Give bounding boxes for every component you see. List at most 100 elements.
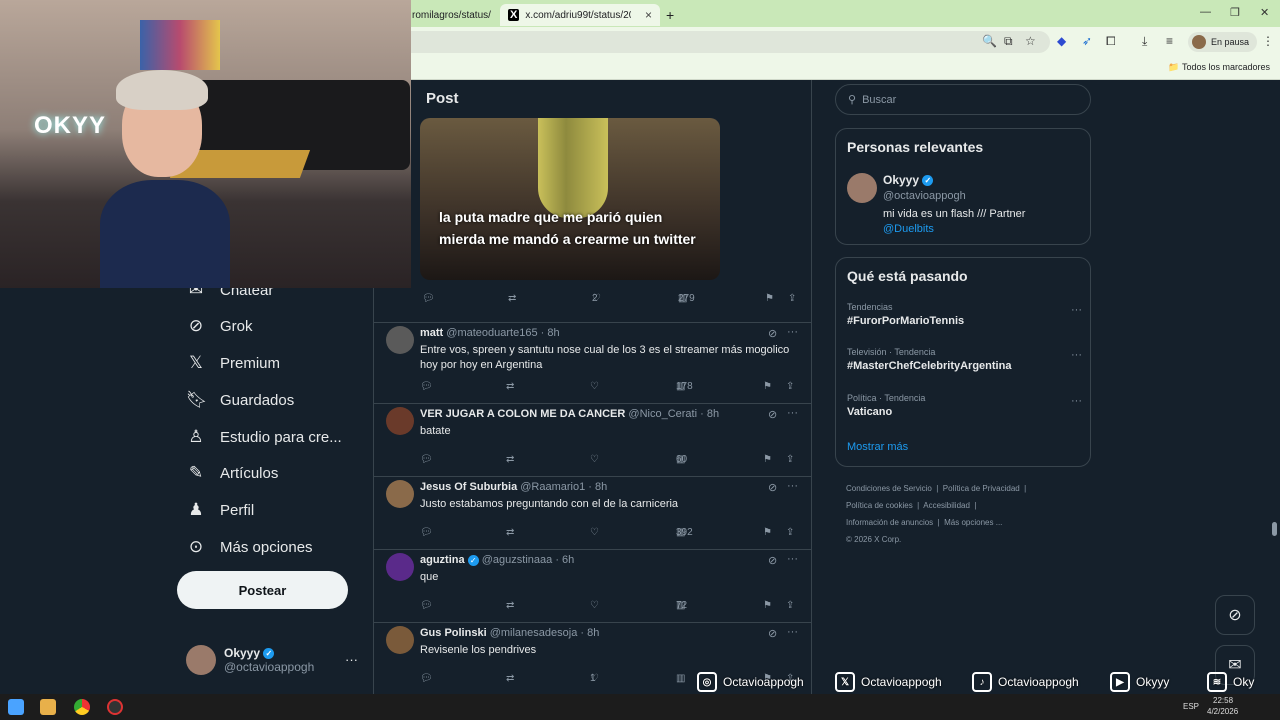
author-name[interactable]: aguztina <box>420 554 465 566</box>
nav-bookmarks[interactable]: 🔖︎ Guardados <box>186 390 294 410</box>
start-icon[interactable] <box>8 699 24 715</box>
timestamp[interactable]: · 8h <box>588 481 607 493</box>
grok-icon[interactable]: ⊘ <box>768 481 777 494</box>
account-more-icon[interactable]: ··· <box>345 652 358 667</box>
post-image[interactable]: la puta madre que me parió quien mierda … <box>420 118 720 280</box>
reply-tweet[interactable]: Jesus Of Suburbia @Raamario1 · 8h ⊘ ··· Jus… <box>373 476 812 549</box>
reply-icon[interactable]: 💬︎ <box>420 673 433 684</box>
profile-pause-button[interactable]: En pausa <box>1188 32 1258 52</box>
like-button[interactable]: ♡ 2 <box>592 293 601 304</box>
media-icon[interactable]: ≡ <box>1166 34 1173 48</box>
relevant-name-row[interactable]: Okyyy ✓ <box>883 173 934 187</box>
views-button[interactable]: ▥ 72 <box>676 600 687 611</box>
views-button[interactable]: ▥ 279 <box>678 293 695 304</box>
like-button[interactable]: ♡ 1 <box>590 673 599 684</box>
restore-icon[interactable]: ❐ <box>1230 6 1240 19</box>
author-name[interactable]: matt <box>420 327 443 339</box>
share-icon[interactable]: ⇪ <box>786 454 794 465</box>
more-icon[interactable]: ··· <box>787 407 798 419</box>
obs-icon[interactable] <box>107 699 123 715</box>
nav-grok[interactable]: ⊘ Grok <box>186 316 253 336</box>
reply-tweet[interactable]: aguztina ✓ @aguzstinaaa · 6h ⊘ ··· que 💬︎ ⇄ ♡ … <box>373 549 812 622</box>
reply-tweet[interactable]: matt @mateoduarte165 · 8h ⊘ ··· Entre vos, … <box>373 322 812 403</box>
timestamp[interactable]: · 6h <box>555 554 574 566</box>
nav-premium[interactable]: 𝕏 Premium <box>186 353 280 373</box>
zoom-icon[interactable]: 🔍 <box>982 34 997 48</box>
search-input[interactable]: ⚲ Buscar <box>835 84 1091 115</box>
address-bar[interactable] <box>360 31 1050 53</box>
author-handle[interactable]: @mateoduarte165 <box>446 327 537 339</box>
avatar[interactable] <box>386 553 414 581</box>
more-icon[interactable]: ··· <box>787 480 798 492</box>
views-button[interactable]: ▥ 60 <box>676 454 687 465</box>
author-handle[interactable]: @aguzstinaaa <box>482 554 553 566</box>
nav-profile[interactable]: ♟ Perfil <box>186 500 254 520</box>
language-indicator[interactable]: ESP <box>1183 702 1199 711</box>
avatar[interactable] <box>386 480 414 508</box>
avatar[interactable] <box>386 626 414 654</box>
repost-icon[interactable]: ⇄ <box>506 454 514 465</box>
bookmark-icon[interactable]: ⚑ <box>763 600 772 611</box>
extension-feather-icon[interactable]: ➶ <box>1082 34 1092 48</box>
account-switcher[interactable]: Okyyy ✓ @octavioappogh <box>186 645 314 675</box>
share-icon[interactable]: ⇪ <box>786 381 794 392</box>
grok-icon[interactable]: ⊘ <box>768 554 777 567</box>
views-button[interactable]: ▥ 392 <box>676 527 693 538</box>
reply-icon[interactable]: 💬︎ <box>422 293 435 304</box>
trend-item[interactable]: Tendencias #FurorPorMarioTennis ··· <box>847 302 1082 327</box>
repost-icon[interactable]: ⇄ <box>506 600 514 611</box>
reply-tweet[interactable]: VER JUGAR A COLON ME DA CANCER @Nico_Cer… <box>373 403 812 476</box>
accessibility-link[interactable]: Accesibilidad <box>923 501 970 510</box>
more-icon[interactable]: ··· <box>1071 349 1082 361</box>
reply-icon[interactable]: 💬︎ <box>420 527 433 538</box>
repost-icon[interactable]: ⇄ <box>506 673 514 684</box>
share-icon[interactable]: ⇪ <box>786 600 794 611</box>
minimize-icon[interactable]: — <box>1200 6 1211 18</box>
extension-shield-icon[interactable]: ◆ <box>1057 34 1066 48</box>
show-more-link[interactable]: Mostrar más <box>847 441 908 453</box>
clock-date[interactable]: 4/2/2026 <box>1207 707 1238 716</box>
avatar[interactable] <box>847 173 877 203</box>
timestamp[interactable]: · 8h <box>541 327 560 339</box>
nav-articles[interactable]: ✎ Artículos <box>186 463 278 483</box>
cookies-link[interactable]: Política de cookies <box>846 501 913 510</box>
bookmark-icon[interactable]: ⚑ <box>763 381 772 392</box>
share-icon[interactable]: ⇪ <box>788 293 796 304</box>
close-tab-icon[interactable]: × <box>645 8 652 22</box>
author-handle[interactable]: @milanesadesoja <box>490 627 578 639</box>
author-handle[interactable]: @Raamario1 <box>520 481 585 493</box>
author-name[interactable]: Jesus Of Suburbia <box>420 481 517 493</box>
new-tab-button[interactable]: + <box>666 4 674 26</box>
like-button[interactable]: ♡ <box>590 527 599 538</box>
chrome-icon[interactable] <box>74 699 90 715</box>
reply-icon[interactable]: 💬︎ <box>420 454 433 465</box>
post-button[interactable]: Postear <box>177 571 348 609</box>
relevant-link[interactable]: @Duelbits <box>883 223 934 235</box>
views-button[interactable]: ▥ 178 <box>676 381 693 392</box>
author-name[interactable]: Gus Polinski <box>420 627 487 639</box>
puzzle-icon[interactable]: ⧠ <box>1106 34 1116 49</box>
repost-icon[interactable]: ⇄ <box>506 381 514 392</box>
tab-status-page[interactable]: romilagros/status/ × <box>412 4 512 26</box>
grok-icon[interactable]: ⊘ <box>768 627 777 640</box>
nav-creator-studio[interactable]: ♙ Estudio para cre... <box>186 427 341 447</box>
scrollbar[interactable] <box>1272 522 1277 536</box>
grok-icon[interactable]: ⊘ <box>768 327 777 340</box>
share-icon[interactable]: ⇪ <box>786 527 794 538</box>
bookmark-icon[interactable]: ⚑ <box>763 527 772 538</box>
clock-time[interactable]: 22:58 <box>1213 696 1233 705</box>
grok-icon[interactable]: ⊘ <box>768 408 777 421</box>
avatar[interactable] <box>386 326 414 354</box>
repost-icon[interactable]: ⇄ <box>508 293 516 304</box>
media-app-icon[interactable] <box>40 699 56 715</box>
author-handle[interactable]: @Nico_Cerati <box>628 408 697 420</box>
bookmark-icon[interactable]: ⚑ <box>765 293 774 304</box>
terms-link[interactable]: Condiciones de Servicio <box>846 484 932 493</box>
more-icon[interactable]: ··· <box>1071 395 1082 407</box>
reply-icon[interactable]: 💬︎ <box>420 381 433 392</box>
close-window-icon[interactable]: ✕ <box>1260 6 1269 19</box>
views-button[interactable]: ▥ <box>676 673 685 684</box>
all-bookmarks[interactable]: 📁 Todos los marcadores <box>1168 62 1270 73</box>
bookmark-icon[interactable]: ⚑ <box>763 454 772 465</box>
more-icon[interactable]: ··· <box>1071 304 1082 316</box>
